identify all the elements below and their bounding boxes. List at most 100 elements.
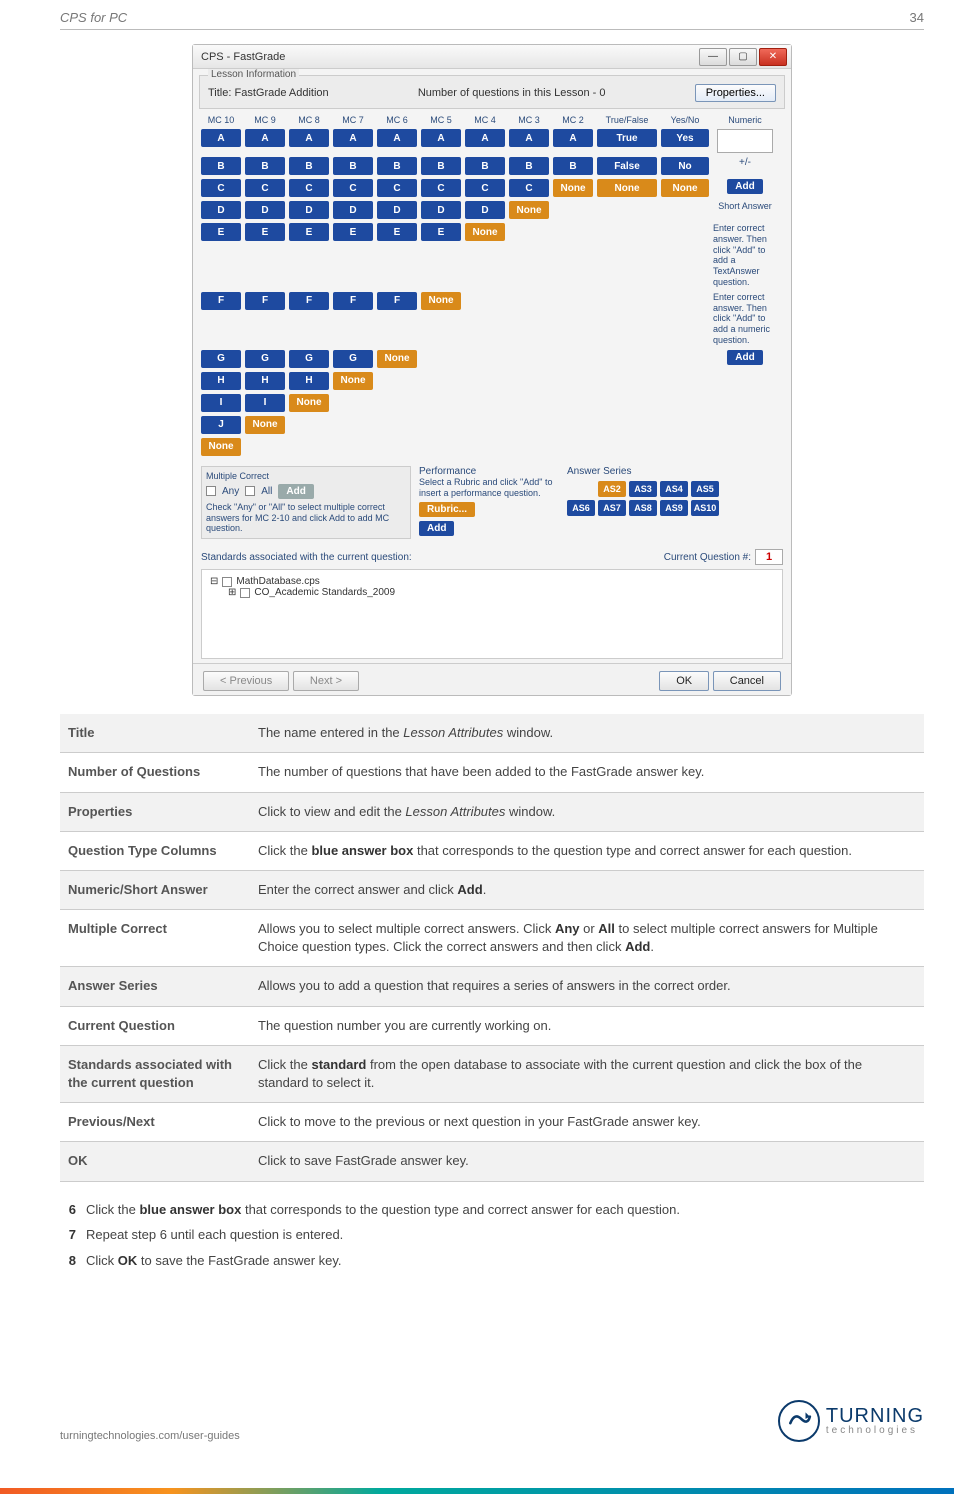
answer-button[interactable]: D [421,201,461,219]
aseries-button[interactable]: AS3 [629,481,657,497]
aseries-button[interactable]: AS7 [598,500,626,516]
answer-button[interactable]: G [201,350,241,368]
answer-button[interactable]: B [333,157,373,175]
perf-add[interactable]: Add [419,521,454,536]
multcorr-add[interactable]: Add [278,484,313,499]
answer-button[interactable]: C [509,179,549,197]
answer-button[interactable]: H [201,372,241,390]
answer-button[interactable]: I [201,394,241,412]
close-icon[interactable]: ✕ [759,48,787,66]
answer-button[interactable]: None [553,179,593,197]
answer-button[interactable]: E [201,223,241,241]
answer-button[interactable]: H [289,372,329,390]
answer-button[interactable]: H [245,372,285,390]
perf-head: Performance [419,466,559,477]
aseries-button[interactable]: AS4 [660,481,688,497]
answer-button[interactable]: F [245,292,285,310]
aseries-button[interactable]: AS10 [691,500,719,516]
answer-button[interactable]: None [333,372,373,390]
aseries-button[interactable]: AS8 [629,500,657,516]
cancel-button[interactable]: Cancel [713,671,781,691]
answer-button[interactable]: A [465,129,505,147]
numeric-input[interactable] [717,129,773,153]
answer-button[interactable]: False [597,157,657,175]
answer-button[interactable]: E [245,223,285,241]
answer-button[interactable]: None [509,201,549,219]
answer-button[interactable]: No [661,157,709,175]
footer-stripe [0,1488,954,1494]
answer-button[interactable]: I [245,394,285,412]
answer-button[interactable]: D [201,201,241,219]
sa-add-button[interactable]: Add [727,350,762,365]
answer-button[interactable]: F [333,292,373,310]
answer-button[interactable]: D [289,201,329,219]
answer-button[interactable]: C [377,179,417,197]
any-checkbox[interactable] [206,486,216,496]
answer-button[interactable]: C [201,179,241,197]
answer-button[interactable]: B [377,157,417,175]
all-checkbox[interactable] [245,486,255,496]
properties-button[interactable]: Properties... [695,84,776,102]
answer-button[interactable]: J [201,416,241,434]
answer-button[interactable]: None [289,394,329,412]
answer-button[interactable]: D [333,201,373,219]
prev-button[interactable]: < Previous [203,671,289,691]
answer-button[interactable]: A [421,129,461,147]
answer-button[interactable]: B [465,157,505,175]
answer-button[interactable]: D [245,201,285,219]
answer-button[interactable]: A [201,129,241,147]
answer-button[interactable]: A [245,129,285,147]
answer-button[interactable]: None [421,292,461,310]
ok-button[interactable]: OK [659,671,709,691]
answer-button[interactable]: B [289,157,329,175]
answer-button[interactable]: C [245,179,285,197]
answer-button[interactable]: A [509,129,549,147]
window-title: CPS - FastGrade [201,51,285,63]
answer-button[interactable]: G [245,350,285,368]
answer-button[interactable]: E [421,223,461,241]
aseries-button[interactable]: AS6 [567,500,595,516]
answer-button[interactable]: F [289,292,329,310]
answer-button[interactable]: B [509,157,549,175]
answer-button[interactable]: G [333,350,373,368]
answer-button[interactable]: E [377,223,417,241]
aseries-button[interactable]: AS5 [691,481,719,497]
answer-button[interactable]: None [465,223,505,241]
answer-button[interactable]: B [245,157,285,175]
aseries-button[interactable]: AS2 [598,481,626,497]
answer-button[interactable]: None [597,179,657,197]
answer-button[interactable]: D [377,201,417,219]
answer-button[interactable]: F [201,292,241,310]
answer-button[interactable]: Yes [661,129,709,147]
answer-button[interactable]: C [333,179,373,197]
answer-button[interactable]: None [201,438,241,456]
answer-button[interactable]: C [289,179,329,197]
next-button[interactable]: Next > [293,671,359,691]
answer-button[interactable]: E [289,223,329,241]
answer-button[interactable]: A [377,129,417,147]
answer-button[interactable]: B [201,157,241,175]
answer-button[interactable]: A [553,129,593,147]
answer-button[interactable]: C [465,179,505,197]
answer-button[interactable]: F [377,292,417,310]
answer-button[interactable]: G [289,350,329,368]
answer-button[interactable]: A [333,129,373,147]
aseries-button[interactable]: AS9 [660,500,688,516]
answer-button[interactable]: E [333,223,373,241]
tree-root[interactable]: MathDatabase.cps [236,576,319,587]
answer-button[interactable]: A [289,129,329,147]
answer-button[interactable]: True [597,129,657,147]
standards-tree[interactable]: ⊟MathDatabase.cps ⊞CO_Academic Standards… [201,569,783,659]
minimize-icon[interactable]: — [699,48,727,66]
answer-button[interactable]: B [553,157,593,175]
answer-button[interactable]: None [661,179,709,197]
answer-button[interactable]: None [377,350,417,368]
answer-button[interactable]: C [421,179,461,197]
rubric-button[interactable]: Rubric... [419,502,475,517]
answer-button[interactable]: B [421,157,461,175]
maximize-icon[interactable]: ▢ [729,48,757,66]
answer-button[interactable]: D [465,201,505,219]
numeric-add-button[interactable]: Add [727,179,762,194]
answer-button[interactable]: None [245,416,285,434]
tree-child[interactable]: CO_Academic Standards_2009 [254,587,395,598]
